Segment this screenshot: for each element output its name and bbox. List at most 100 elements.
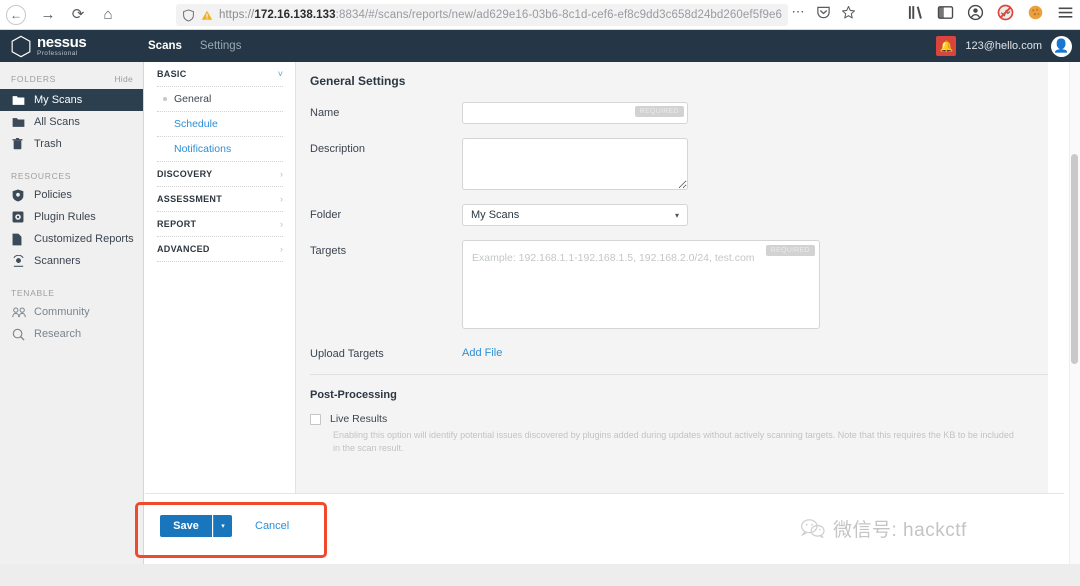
settings-item-notifications[interactable]: Notifications [157,137,283,162]
settings-group-basic[interactable]: BASIC ˅ [157,62,283,87]
settings-group-label: ASSESSMENT [157,194,223,204]
url-text: https://172.16.138.133:8834/#/scans/repo… [219,9,782,21]
description-textarea[interactable] [462,138,688,190]
research-icon [12,328,29,341]
noscript-blocked-icon[interactable] [997,4,1014,21]
live-results-checkbox[interactable] [310,414,321,425]
sidebar-item-trash[interactable]: Trash [0,133,143,155]
live-results-description: Enabling this option will identify poten… [333,430,1014,454]
cancel-button[interactable]: Cancel [255,515,289,537]
settings-group-label: BASIC [157,69,187,79]
folders-header: FOLDERS Hide [0,62,143,89]
nessus-logo[interactable]: nessus Professional [0,35,130,58]
sidebar-item-label: Trash [34,138,62,150]
url-scheme: https:// [219,9,255,21]
user-email[interactable]: 123@hello.com [965,40,1042,52]
page-title: General Settings [310,74,406,88]
chevron-right-icon: › [280,219,283,229]
settings-item-label: Schedule [174,118,218,130]
settings-item-schedule[interactable]: Schedule [157,112,283,137]
insecure-lock-warning-icon[interactable] [201,9,213,22]
save-button[interactable]: Save [160,515,212,537]
sidebar-item-label: Community [34,306,90,318]
page-scrollbar-thumb[interactable] [1071,154,1078,364]
targets-placeholder: Example: 192.168.1.1-192.168.1.5, 192.16… [472,252,755,264]
brand-name: nessus [37,33,87,51]
bookmark-star-icon[interactable] [841,5,856,20]
url-bar[interactable]: https://172.16.138.133:8834/#/scans/repo… [176,4,788,26]
panel-right-gutter [1048,62,1064,493]
tenable-title: TENABLE [11,288,55,298]
sidebar-item-label: My Scans [34,94,83,106]
folder-selected-value: My Scans [471,209,520,221]
sidebar-item-customized-reports[interactable]: Customized Reports [0,228,143,250]
trash-icon [12,138,29,150]
library-icon[interactable] [907,4,924,21]
field-row-folder: Folder My Scans ▾ [296,204,1064,226]
firefox-account-icon[interactable] [967,4,984,21]
sidebar-item-label: Customized Reports [34,233,134,245]
reload-icon[interactable]: ⟳ [64,3,92,27]
sidebar-item-label: All Scans [34,116,80,128]
bell-icon[interactable]: 🔔 [936,36,957,56]
sidebar-item-my-scans[interactable]: My Scans [0,89,143,111]
page-scrollbar-track[interactable] [1069,62,1080,564]
required-badge: REQUIRED [765,245,815,256]
settings-item-label: General [174,93,212,105]
url-host: 172.16.138.133 [254,9,336,21]
topnav-scans[interactable]: Scans [148,40,182,52]
field-row-targets: Targets Example: 192.168.1.1-192.168.1.5… [296,240,1064,329]
sidebar-item-label: Policies [34,189,72,201]
settings-group-discovery[interactable]: DISCOVERY › [157,162,283,187]
hamburger-menu-icon[interactable] [1057,4,1074,21]
left-sidebar: FOLDERS Hide My Scans All Scans Trash RE… [0,62,144,586]
tracking-protection-shield-icon[interactable] [182,8,195,22]
ellipsis-icon[interactable]: ⋯ [790,4,806,20]
app-header-right: 🔔 123@hello.com 👤 [936,30,1072,62]
sidebar-item-all-scans[interactable]: All Scans [0,111,143,133]
chevron-right-icon: › [280,194,283,204]
form-action-bar: Save ▾ Cancel [145,493,1064,564]
home-icon[interactable]: ⌂ [94,3,122,27]
targets-textarea[interactable]: Example: 192.168.1.1-192.168.1.5, 192.16… [462,240,820,329]
bullet-icon [163,97,167,101]
name-field-wrap: REQUIRED [462,102,688,124]
topnav-settings[interactable]: Settings [200,40,242,52]
folder-icon [12,117,29,128]
field-row-name: Name REQUIRED [296,102,1064,124]
forward-arrow-icon[interactable]: → [34,3,62,27]
general-settings-panel: General Settings Name REQUIRED Descripti… [296,62,1064,493]
browser-toolbar: ← → ⟳ ⌂ https://172.16.138.133:8834/#/sc… [0,0,1080,30]
save-to-pocket-icon[interactable] [816,5,831,20]
community-icon [12,307,29,318]
post-processing-title: Post-Processing [310,389,397,401]
add-file-link[interactable]: Add File [462,343,502,359]
settings-group-label: ADVANCED [157,244,210,254]
sidebar-item-plugin-rules[interactable]: Plugin Rules [0,206,143,228]
settings-group-advanced[interactable]: ADVANCED › [157,237,283,262]
sidebar-item-label: Scanners [34,255,81,267]
settings-group-assessment[interactable]: ASSESSMENT › [157,187,283,212]
sidebar-item-policies[interactable]: Policies [0,184,143,206]
shield-policy-icon [12,189,29,202]
sidebar-item-community[interactable]: Community [0,301,143,323]
field-row-upload-targets: Upload Targets Add File [296,343,1064,360]
folder-select[interactable]: My Scans ▾ [462,204,688,226]
nessus-hexagon-icon [11,35,31,57]
live-results-label: Live Results [330,413,388,425]
user-avatar[interactable]: 👤 [1051,35,1072,57]
browser-nav-buttons: ← → ⟳ ⌂ [0,3,122,27]
save-dropdown-button[interactable]: ▾ [213,515,232,537]
settings-group-report[interactable]: REPORT › [157,212,283,237]
resources-title: RESOURCES [11,171,72,181]
hide-sidebar-button[interactable]: Hide [114,74,133,84]
settings-item-general[interactable]: General [157,87,283,112]
sidebar-item-scanners[interactable]: Scanners [0,250,143,272]
upload-targets-label: Upload Targets [310,348,384,360]
cookie-manager-icon[interactable] [1027,4,1044,21]
brand-subtitle: Professional [37,49,78,57]
sidebar-toggle-icon[interactable] [937,4,954,21]
back-arrow-icon[interactable]: ← [6,4,26,25]
chevron-right-icon: › [280,244,283,254]
sidebar-item-research[interactable]: Research [0,323,143,345]
